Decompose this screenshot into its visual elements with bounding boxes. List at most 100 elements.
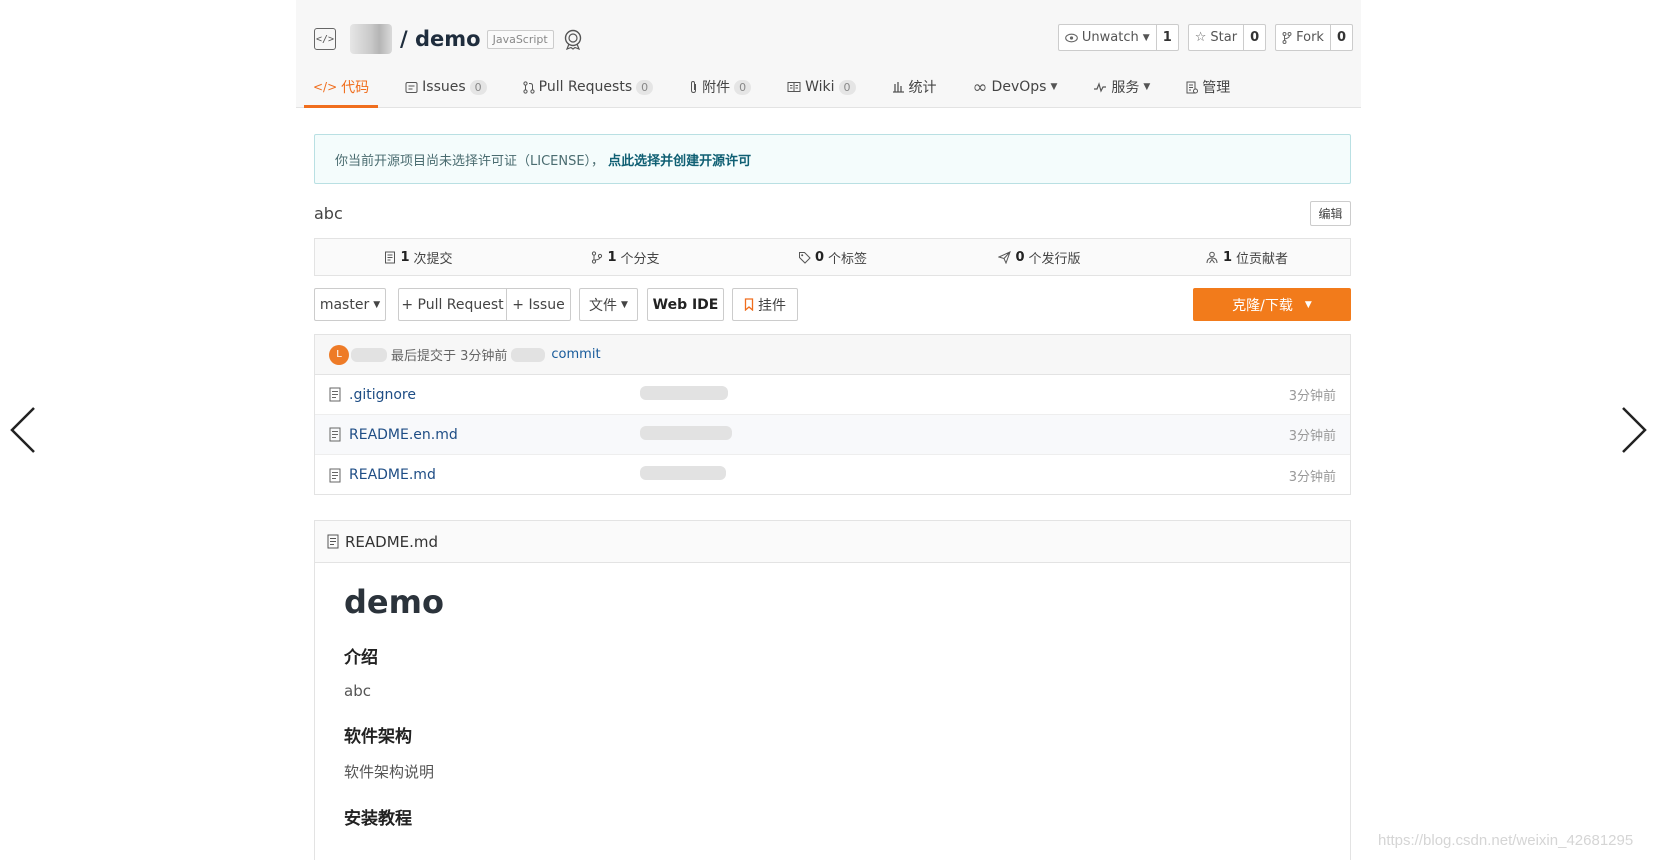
files-dropdown[interactable]: 文件 ▼ <box>579 288 638 321</box>
file-list: L 最后提交于 3分钟前 commit .gitignore 3分钟前 READ… <box>314 334 1351 495</box>
widget-button[interactable]: 挂件 <box>732 288 798 321</box>
fork-label: Fork <box>1296 30 1324 45</box>
star-count[interactable]: 0 <box>1243 25 1265 50</box>
stat-value: 0 <box>814 249 825 265</box>
tab-label: Pull Requests <box>538 79 633 95</box>
tab-attachments[interactable]: 附件 0 <box>680 66 760 108</box>
tab-label: DevOps <box>991 79 1047 95</box>
branch-select[interactable]: master ▼ <box>314 288 386 321</box>
chevron-down-icon: ▼ <box>1143 82 1151 92</box>
readme-intro-text: abc <box>344 682 371 700</box>
create-license-link[interactable]: 点此选择并创建开源许可 <box>608 150 751 169</box>
repo-title-row: </> / demo JavaScript <box>314 22 584 56</box>
stat-tags[interactable]: 0 个标签 <box>729 239 936 275</box>
tab-code[interactable]: </> 代码 <box>304 66 379 108</box>
tab-pull-requests[interactable]: Pull Requests 0 <box>514 66 662 108</box>
new-pull-request-button[interactable]: + Pull Request <box>398 288 506 321</box>
watch-count[interactable]: 1 <box>1155 25 1178 50</box>
widget-label: 挂件 <box>758 297 786 314</box>
commit-doc-icon <box>385 251 396 263</box>
tab-label: Wiki <box>805 79 835 95</box>
avatar[interactable]: L <box>329 344 349 365</box>
stat-contributors[interactable]: 1 位贡献者 <box>1143 239 1350 275</box>
readme-heading-architecture: 软件架构 <box>344 727 412 747</box>
file-row[interactable]: README.en.md 3分钟前 <box>315 415 1350 455</box>
chevron-down-icon: ▼ <box>1304 299 1312 310</box>
infinity-icon: ∞ <box>972 76 988 98</box>
star-button[interactable]: ☆ Star 0 <box>1187 24 1267 51</box>
watermark: https://blog.csdn.net/weixin_42681295 <box>1378 832 1634 849</box>
owner-name-redacted <box>350 24 392 54</box>
tab-services[interactable]: 服务 ▼ <box>1084 66 1159 108</box>
files-label: 文件 <box>589 297 618 314</box>
tab-issues[interactable]: Issues 0 <box>396 66 496 108</box>
readme-heading-install: 安装教程 <box>344 809 412 829</box>
tab-label: 附件 <box>702 80 731 96</box>
commit-message-redacted <box>640 466 726 484</box>
tab-label: 代码 <box>341 80 370 96</box>
new-issue-button[interactable]: + Issue <box>506 288 571 321</box>
tab-wiki[interactable]: Wiki 0 <box>778 66 864 108</box>
repo-header: </> / demo JavaScript Unwatch ▼ 1 ☆ Star… <box>296 0 1361 108</box>
award-icon[interactable] <box>562 28 584 50</box>
file-name[interactable]: README.md <box>349 467 436 483</box>
commit-link[interactable]: commit <box>551 347 600 362</box>
contributors-icon <box>1206 251 1218 263</box>
next-arrow-icon[interactable] <box>1613 400 1653 460</box>
readme-file-icon <box>327 534 339 549</box>
star-label: Star <box>1210 30 1238 45</box>
stat-label: 次提交 <box>413 251 453 267</box>
repo-name[interactable]: / demo <box>400 27 481 51</box>
file-icon <box>329 387 341 402</box>
license-notice: 你当前开源项目尚未选择许可证（LICENSE）， 点此选择并创建开源许可 <box>314 134 1351 184</box>
file-icon <box>329 468 341 482</box>
license-notice-text: 你当前开源项目尚未选择许可证（LICENSE）， <box>335 153 605 169</box>
tag-icon <box>798 251 811 264</box>
stat-commits[interactable]: 1 次提交 <box>315 239 522 275</box>
readme-filename[interactable]: README.md <box>345 533 438 551</box>
book-icon <box>787 82 801 92</box>
file-row[interactable]: README.md 3分钟前 <box>315 455 1350 495</box>
fork-count[interactable]: 0 <box>1329 25 1352 50</box>
repo-actions: Unwatch ▼ 1 ☆ Star 0 Fork 0 <box>1057 24 1353 51</box>
tab-manage[interactable]: 管理 <box>1177 66 1239 108</box>
unwatch-label-wrap: Unwatch ▼ <box>1059 25 1156 50</box>
stat-label: 个标签 <box>828 251 868 267</box>
edit-description-button[interactable]: 编辑 <box>1310 201 1351 226</box>
chevron-down-icon: ▼ <box>1050 82 1058 92</box>
last-commit-row: L 最后提交于 3分钟前 commit <box>315 335 1350 375</box>
image-viewer: </> / demo JavaScript Unwatch ▼ 1 ☆ Star… <box>0 0 1657 860</box>
tab-label: Issues <box>422 79 466 95</box>
readme-heading-intro: 介绍 <box>344 648 378 668</box>
clone-download-button[interactable]: 克隆/下载 ▼ <box>1193 288 1351 321</box>
tab-label: 管理 <box>1202 80 1231 96</box>
commit-hash-redacted <box>511 347 546 362</box>
tab-count: 0 <box>838 79 856 95</box>
stat-label: 位贡献者 <box>1236 251 1289 267</box>
web-ide-button[interactable]: Web IDE <box>647 288 724 321</box>
repo-tabs: </> 代码 Issues 0 Pull Requests 0 附件 0 Wik… <box>304 66 1257 108</box>
tab-label: 统计 <box>908 80 937 96</box>
chevron-down-icon: ▼ <box>621 299 628 310</box>
file-row[interactable]: .gitignore 3分钟前 <box>315 375 1350 415</box>
readme-header: README.md <box>315 521 1350 563</box>
readme-title: demo <box>344 583 444 621</box>
stat-branches[interactable]: 1 个分支 <box>522 239 729 275</box>
commit-message-redacted <box>640 425 732 444</box>
unwatch-button[interactable]: Unwatch ▼ 1 <box>1057 24 1179 51</box>
tab-devops[interactable]: ∞ DevOps ▼ <box>964 66 1067 108</box>
stat-value: 1 <box>400 249 410 265</box>
file-name[interactable]: README.en.md <box>349 427 458 443</box>
stat-releases[interactable]: 0 个发行版 <box>936 239 1143 275</box>
fork-button[interactable]: Fork 0 <box>1275 24 1353 51</box>
tab-stats[interactable]: 统计 <box>883 66 946 108</box>
paperclip-icon <box>691 80 697 94</box>
commit-message-redacted <box>640 385 728 404</box>
language-badge[interactable]: JavaScript <box>486 29 554 49</box>
previous-arrow-icon[interactable] <box>4 400 44 460</box>
repo-stats-bar: 1 次提交 1 个分支 0 个标签 0 个发行版 1 位贡献者 <box>314 238 1351 276</box>
tab-count: 0 <box>636 79 654 95</box>
unwatch-label: Unwatch <box>1081 30 1139 45</box>
file-name[interactable]: .gitignore <box>349 387 416 403</box>
chevron-down-icon: ▼ <box>1142 32 1150 43</box>
